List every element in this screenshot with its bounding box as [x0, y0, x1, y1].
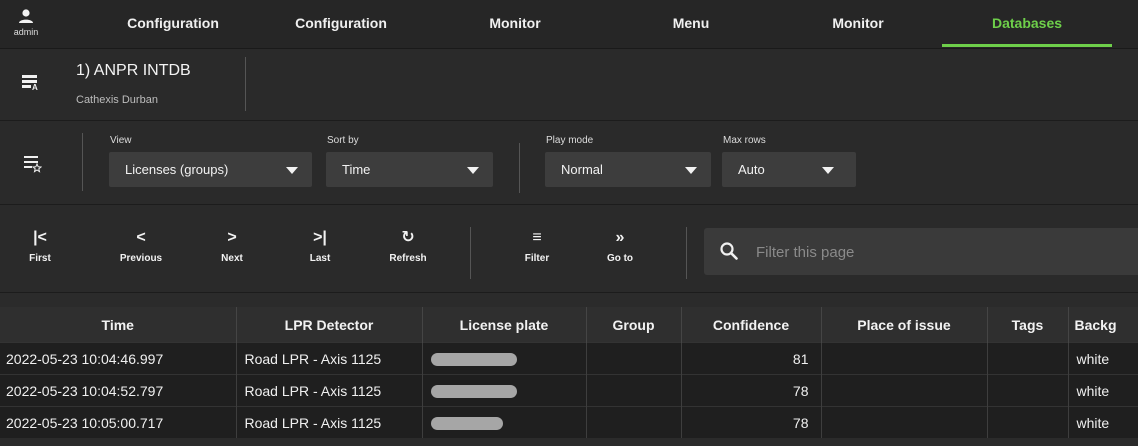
divider	[82, 133, 83, 191]
column-header-place-of-issue[interactable]: Place of issue	[820, 307, 987, 343]
refresh-button[interactable]: ↻ Refresh	[376, 227, 440, 277]
skip-last-icon: >|	[313, 229, 327, 246]
table-header-row: Time LPR Detector License plate Group Co…	[0, 307, 1138, 343]
cell-detector: Road LPR - Axis 1125	[235, 406, 422, 438]
play-mode-label: Play mode	[546, 135, 594, 146]
cell-license-plate	[421, 406, 586, 438]
caret-down-icon	[286, 167, 298, 174]
view-options-panel: View Licenses (groups) Sort by Time Play…	[0, 121, 1138, 205]
tab-databases[interactable]: Databases	[942, 0, 1112, 48]
divider	[686, 227, 687, 279]
cell-time: 2022-05-23 10:04:46.997	[0, 342, 236, 375]
double-chevron-right-icon: »	[615, 229, 625, 246]
cell-tags	[986, 374, 1068, 407]
max-rows-dropdown[interactable]: Auto	[722, 152, 856, 187]
database-subtitle: Cathexis Durban	[76, 94, 158, 106]
goto-button[interactable]: » Go to	[588, 227, 652, 277]
cell-confidence: 78	[680, 374, 821, 407]
view-dropdown[interactable]: Licenses (groups)	[109, 152, 312, 187]
database-list-icon: A	[22, 75, 38, 91]
column-header-time[interactable]: Time	[0, 307, 236, 343]
cell-place-of-issue	[820, 374, 987, 407]
skip-first-icon: |<	[33, 229, 47, 246]
column-header-license-plate[interactable]: License plate	[421, 307, 586, 343]
view-value: Licenses (groups)	[125, 162, 229, 177]
caret-down-icon	[685, 167, 697, 174]
max-rows-label: Max rows	[723, 135, 766, 146]
max-rows-value: Auto	[738, 162, 765, 177]
user-menu[interactable]: admin	[0, 0, 52, 48]
redacted-plate	[430, 353, 517, 367]
cell-confidence: 78	[680, 406, 821, 438]
next-button[interactable]: > Next	[200, 227, 264, 277]
sort-by-label: Sort by	[327, 135, 359, 146]
sort-by-value: Time	[342, 162, 371, 177]
database-header: A 1) ANPR INTDB Cathexis Durban	[0, 49, 1138, 121]
cell-time: 2022-05-23 10:04:52.797	[0, 374, 236, 407]
cell-tags	[986, 342, 1068, 375]
filter-icon: ≡	[532, 229, 542, 246]
sort-by-dropdown[interactable]: Time	[326, 152, 493, 187]
last-button[interactable]: >| Last	[288, 227, 352, 277]
tab-menu[interactable]: Menu	[616, 0, 766, 48]
user-name: admin	[13, 27, 39, 37]
tab-monitor-1[interactable]: Monitor	[440, 0, 590, 48]
column-header-tags[interactable]: Tags	[986, 307, 1068, 343]
cell-license-plate	[421, 374, 586, 407]
cell-group	[585, 374, 681, 407]
search-input[interactable]	[754, 237, 1118, 267]
filter-button[interactable]: ≡ Filter	[505, 227, 569, 277]
svg-text:A: A	[32, 83, 38, 91]
view-label: View	[110, 135, 132, 146]
database-title: 1) ANPR INTDB	[76, 62, 191, 79]
cell-time: 2022-05-23 10:05:00.717	[0, 406, 236, 438]
tab-configuration-2[interactable]: Configuration	[266, 0, 416, 48]
divider	[470, 227, 471, 279]
cell-background: white	[1067, 374, 1138, 407]
tab-configuration-1[interactable]: Configuration	[98, 0, 248, 48]
play-mode-value: Normal	[561, 162, 603, 177]
previous-button[interactable]: < Previous	[109, 227, 173, 277]
cell-confidence: 81	[680, 342, 821, 375]
play-mode-dropdown[interactable]: Normal	[545, 152, 711, 187]
table-row[interactable]: 2022-05-23 10:05:00.717 Road LPR - Axis …	[0, 406, 1138, 438]
chevron-left-icon: <	[136, 229, 146, 246]
cell-group	[585, 406, 681, 438]
redacted-plate	[430, 385, 517, 399]
redacted-plate	[430, 417, 503, 431]
caret-down-icon	[467, 167, 479, 174]
search-icon	[720, 242, 738, 260]
table-row[interactable]: 2022-05-23 10:04:52.797 Road LPR - Axis …	[0, 374, 1138, 407]
cell-group	[585, 342, 681, 375]
cell-license-plate	[421, 342, 586, 375]
chevron-right-icon: >	[227, 229, 237, 246]
results-table: Time LPR Detector License plate Group Co…	[0, 307, 1138, 438]
navigation-toolbar: |< First < Previous > Next >| Last ↻ Ref…	[0, 205, 1138, 293]
search-box	[704, 228, 1138, 275]
column-header-lpr-detector[interactable]: LPR Detector	[235, 307, 422, 343]
first-button[interactable]: |< First	[8, 227, 72, 277]
cell-place-of-issue	[820, 342, 987, 375]
cell-tags	[986, 406, 1068, 438]
column-header-group[interactable]: Group	[585, 307, 681, 343]
user-icon	[19, 9, 33, 23]
caret-down-icon	[822, 167, 834, 174]
divider	[519, 143, 520, 193]
tab-monitor-2[interactable]: Monitor	[783, 0, 933, 48]
cell-detector: Road LPR - Axis 1125	[235, 342, 422, 375]
table-row[interactable]: 2022-05-23 10:04:46.997 Road LPR - Axis …	[0, 342, 1138, 375]
top-nav-bar: admin Configuration Configuration Monito…	[0, 0, 1138, 49]
column-header-confidence[interactable]: Confidence	[680, 307, 821, 343]
column-header-background[interactable]: Backg	[1067, 307, 1138, 343]
cell-detector: Road LPR - Axis 1125	[235, 374, 422, 407]
divider	[245, 57, 246, 111]
cell-background: white	[1067, 342, 1138, 375]
cell-background: white	[1067, 406, 1138, 438]
refresh-icon: ↻	[401, 229, 415, 246]
list-star-icon	[24, 156, 42, 173]
cell-place-of-issue	[820, 406, 987, 438]
